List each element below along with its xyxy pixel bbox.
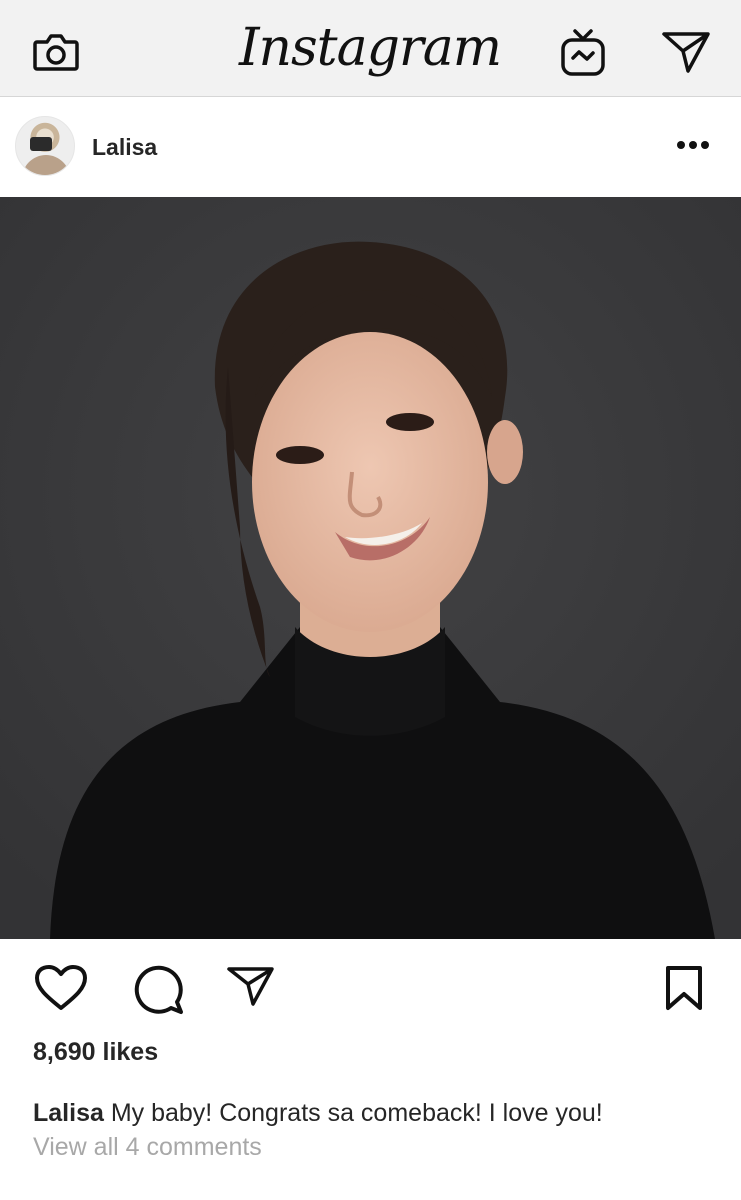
share-icon[interactable]: [226, 965, 276, 1007]
igtv-icon[interactable]: [558, 27, 608, 79]
comment-icon[interactable]: [131, 964, 185, 1016]
post-actions-area: 8,690 likes Lalisa My baby! Congrats sa …: [0, 939, 741, 1200]
bookmark-icon[interactable]: [664, 965, 704, 1011]
post-photo[interactable]: [0, 197, 741, 939]
view-comments-link[interactable]: View all 4 comments: [33, 1133, 262, 1162]
post-caption: Lalisa My baby! Congrats sa comeback! I …: [33, 1099, 733, 1128]
likes-count[interactable]: 8,690 likes: [33, 1038, 158, 1067]
avatar[interactable]: [15, 116, 75, 176]
camera-icon[interactable]: [33, 31, 79, 73]
caption-username[interactable]: Lalisa: [33, 1099, 104, 1127]
post-username[interactable]: Lalisa: [92, 134, 157, 161]
instagram-logo[interactable]: Instagram: [230, 10, 510, 86]
caption-text: My baby! Congrats sa comeback! I love yo…: [103, 1099, 603, 1127]
more-options-icon[interactable]: [675, 139, 711, 151]
post-header: Lalisa: [0, 97, 741, 197]
top-navigation-bar: Instagram: [0, 0, 741, 97]
heart-icon[interactable]: [34, 964, 88, 1012]
direct-message-icon[interactable]: [660, 30, 712, 74]
